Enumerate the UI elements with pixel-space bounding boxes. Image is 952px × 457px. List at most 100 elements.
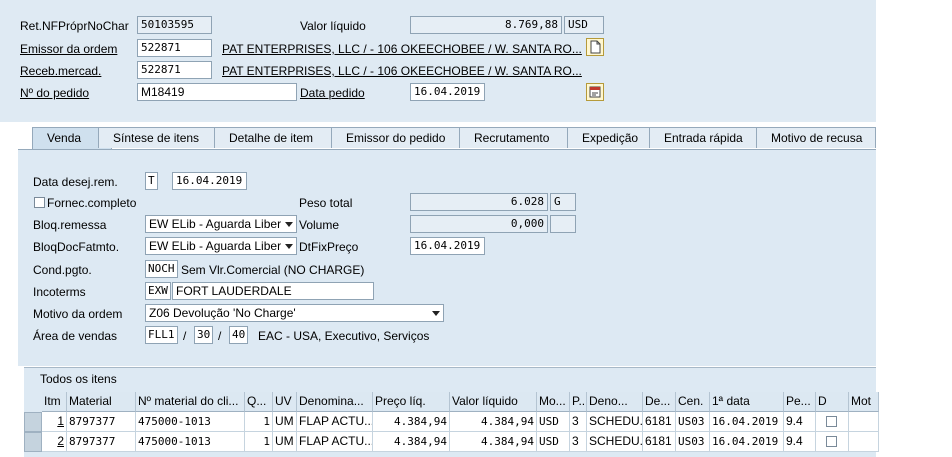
data-desej-label: Data desej.rem. — [33, 175, 118, 189]
valor-field[interactable]: 8.769,88 — [410, 16, 562, 34]
receb-field[interactable]: 522871 — [137, 61, 212, 79]
data-desej-type[interactable]: T — [145, 172, 158, 190]
volume-field[interactable]: 0,000 — [410, 215, 548, 233]
motivo-select[interactable]: Z06 Devolução 'No Charge' — [145, 304, 444, 322]
table-cell-pe[interactable]: 9.4 — [784, 432, 816, 452]
row-selector[interactable] — [24, 412, 42, 432]
column-header-d[interactable]: D — [816, 392, 849, 412]
row-checkbox[interactable] — [826, 416, 837, 427]
peso-unit[interactable]: G — [550, 193, 576, 211]
tab-motivo-recusa[interactable]: Motivo de recusa — [756, 127, 876, 148]
area-setor-field[interactable]: 40 — [229, 326, 248, 344]
row-selector[interactable] — [24, 432, 42, 452]
data-pedido-label[interactable]: Data pedido — [300, 85, 365, 101]
area-desc: EAC - USA, Executivo, Serviços — [258, 329, 430, 343]
cond-desc: Sem Vlr.Comercial (NO CHARGE) — [181, 263, 365, 277]
table-cell-p[interactable]: 3 — [570, 412, 587, 432]
table-cell-quantidade[interactable]: 1 — [245, 432, 273, 452]
table-cell-uv[interactable]: UM — [273, 412, 297, 432]
receb-label[interactable]: Receb.mercad. — [20, 63, 101, 79]
table-cell-de[interactable]: 6181 — [643, 412, 676, 432]
tab-detalhe-item[interactable]: Detalhe de item — [214, 127, 334, 148]
table-cell-mot[interactable] — [849, 432, 879, 452]
pedido-field[interactable]: M18419 — [137, 83, 297, 101]
table-cell-material[interactable]: 8797377 — [67, 412, 136, 432]
table-cell-moeda[interactable]: USD — [537, 432, 570, 452]
incoterms-place[interactable]: FORT LAUDERDALE — [172, 282, 374, 300]
table-cell-preco-liq[interactable]: 4.384,94 — [373, 432, 450, 452]
column-header-moeda[interactable]: Mo... — [537, 392, 570, 412]
bloq-remessa-select[interactable]: EW ELib - Aguarda Liber — [145, 215, 297, 233]
dtfix-field[interactable]: 16.04.2019 — [410, 237, 485, 255]
table-cell-deno[interactable]: SCHEDU... — [587, 412, 643, 432]
volume-unit[interactable] — [550, 215, 576, 233]
tab-emissor-pedido[interactable]: Emissor do pedido — [331, 127, 461, 148]
table-cell-uv[interactable]: UM — [273, 432, 297, 452]
area-org-field[interactable]: FLL1 — [145, 326, 178, 344]
column-header-denominacao[interactable]: Denomina... — [297, 392, 373, 412]
table-cell-valor-liquido[interactable]: 4.384,94 — [450, 432, 537, 452]
tab-sintese-itens[interactable]: Síntese de itens — [98, 127, 218, 148]
column-header-preco-liq[interactable]: Preço líq. — [373, 392, 450, 412]
table-cell-deno[interactable]: SCHEDU... — [587, 432, 643, 452]
table-cell-valor-liquido[interactable]: 4.384,94 — [450, 412, 537, 432]
items-section: Todos os itens Itm Material Nº material do… — [24, 367, 879, 457]
table-cell-d[interactable] — [816, 432, 849, 452]
table-cell-material[interactable]: 8797377 — [67, 432, 136, 452]
area-canal-field[interactable]: 30 — [194, 326, 213, 344]
row-checkbox[interactable] — [826, 436, 837, 447]
table-cell-itm[interactable]: 2 — [42, 432, 67, 452]
table-cell-denominacao[interactable]: FLAP ACTU... — [297, 412, 373, 432]
emissor-field[interactable]: 522871 — [137, 39, 212, 57]
table-cell-preco-liq[interactable]: 4.384,94 — [373, 412, 450, 432]
valor-currency[interactable]: USD — [564, 16, 604, 34]
emissor-label[interactable]: Emissor da ordem — [20, 41, 117, 57]
peso-field[interactable]: 6.028 — [410, 193, 548, 211]
column-header-uv[interactable]: UV — [273, 392, 297, 412]
column-header-material-cliente[interactable]: Nº material do cli... — [136, 392, 245, 412]
incoterms-field[interactable]: EXW — [145, 282, 171, 300]
table-cell-de[interactable]: 6181 — [643, 432, 676, 452]
fornec-checkbox[interactable] — [34, 197, 45, 208]
table-cell-pe[interactable]: 9.4 — [784, 412, 816, 432]
tab-recrutamento[interactable]: Recrutamento — [459, 127, 571, 148]
table-cell-primeira-data[interactable]: 16.04.2019 — [710, 412, 784, 432]
column-header-primeira-data[interactable]: 1ª data — [710, 392, 784, 412]
document-icon[interactable] — [586, 38, 604, 56]
column-header-p[interactable]: P.. — [570, 392, 587, 412]
table-cell-quantidade[interactable]: 1 — [245, 412, 273, 432]
column-header-pe[interactable]: Pe... — [784, 392, 816, 412]
table-cell-primeira-data[interactable]: 16.04.2019 — [710, 432, 784, 452]
table-cell-itm[interactable]: 1 — [42, 412, 67, 432]
table-cell-centro[interactable]: US03 — [676, 412, 710, 432]
column-header-deno[interactable]: Deno... — [587, 392, 643, 412]
calendar-document-icon[interactable] — [586, 83, 604, 101]
table-cell-material-cliente[interactable]: 475000-1013 — [136, 432, 245, 452]
data-pedido-field[interactable]: 16.04.2019 — [410, 83, 485, 101]
pedido-label[interactable]: Nº do pedido — [20, 85, 89, 101]
receb-desc: PAT ENTERPRISES, LLC / - 106 OKEECHOBEE … — [222, 64, 582, 78]
column-header-valor-liquido[interactable]: Valor líquido — [450, 392, 537, 412]
cond-field[interactable]: NOCH — [145, 260, 178, 278]
table-cell-centro[interactable]: US03 — [676, 432, 710, 452]
table-cell-material-cliente[interactable]: 475000-1013 — [136, 412, 245, 432]
tab-entrada-rapida[interactable]: Entrada rápida — [649, 127, 761, 148]
motivo-value: Z06 Devolução 'No Charge' — [149, 306, 296, 320]
column-header-mot[interactable]: Mot — [849, 392, 879, 412]
column-header-centro[interactable]: Cen. — [676, 392, 710, 412]
data-desej-field[interactable]: 16.04.2019 — [172, 172, 247, 190]
table-cell-denominacao[interactable]: FLAP ACTU... — [297, 432, 373, 452]
column-header-quantidade[interactable]: Q... — [245, 392, 273, 412]
table-cell-d[interactable] — [816, 412, 849, 432]
table-cell-mot[interactable] — [849, 412, 879, 432]
tab-expedicao[interactable]: Expedição — [567, 127, 655, 148]
column-header-itm[interactable]: Itm — [42, 392, 67, 412]
bloq-doc-select[interactable]: EW ELib - Aguarda Liber — [145, 237, 297, 255]
table-cell-moeda[interactable]: USD — [537, 412, 570, 432]
table-cell-p[interactable]: 3 — [570, 432, 587, 452]
ret-field[interactable]: 50103595 — [137, 16, 212, 34]
emissor-desc: PAT ENTERPRISES, LLC / - 106 OKEECHOBEE … — [222, 42, 582, 56]
column-header-material[interactable]: Material — [67, 392, 136, 412]
cond-label: Cond.pgto. — [33, 263, 92, 277]
column-header-de[interactable]: De... — [643, 392, 676, 412]
